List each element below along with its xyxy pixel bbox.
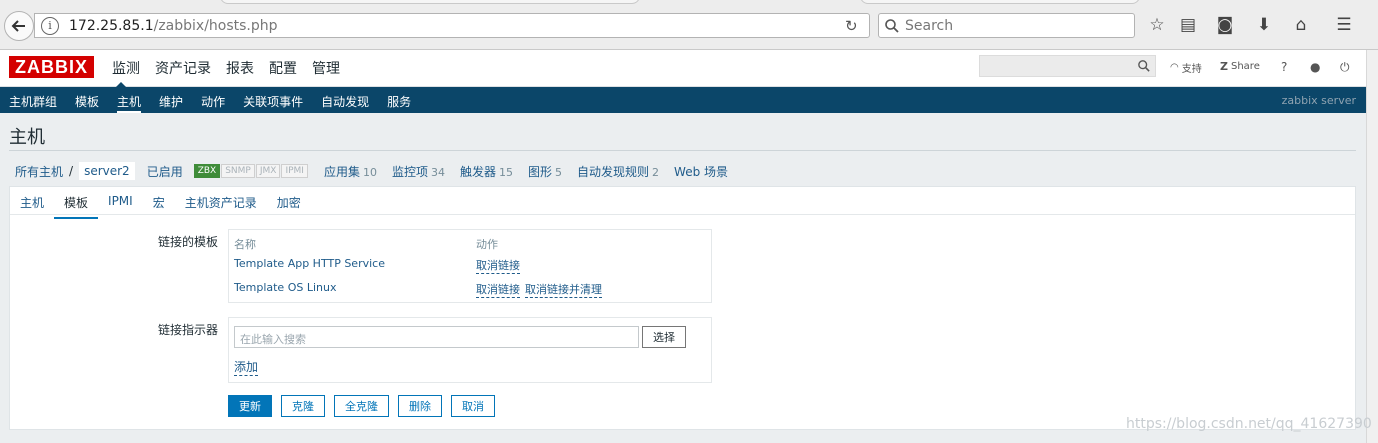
breadcrumb-separator: / bbox=[69, 164, 74, 178]
menu-monitoring[interactable]: 监测 bbox=[112, 58, 140, 78]
header-search-input[interactable] bbox=[979, 55, 1156, 77]
share-z-icon: Z bbox=[1220, 60, 1228, 73]
zabbix-logo[interactable]: ZABBIX bbox=[9, 56, 94, 78]
web-scenarios-link[interactable]: Web 场景 bbox=[674, 163, 728, 180]
title-divider bbox=[9, 150, 1356, 151]
menu-administration[interactable]: 管理 bbox=[312, 58, 340, 78]
badge-jmx: JMX bbox=[255, 164, 281, 178]
search-icon[interactable] bbox=[1138, 60, 1150, 72]
page-title: 主机 bbox=[9, 127, 45, 148]
search-icon bbox=[885, 18, 899, 33]
col-action-header: 动作 bbox=[476, 238, 498, 251]
watermark: https://blog.csdn.net/qq_41627390 bbox=[1126, 416, 1372, 432]
tab-encryption[interactable]: 加密 bbox=[277, 194, 301, 219]
discovery-rules-link[interactable]: 自动发现规则 2 bbox=[577, 163, 659, 180]
tab-ipmi[interactable]: IPMI bbox=[108, 194, 133, 219]
menu-icon[interactable]: ☰ bbox=[1333, 14, 1355, 36]
download-icon[interactable]: ⬇ bbox=[1253, 14, 1275, 36]
availability-badges: ZBX SNMP JMX IPMI bbox=[193, 164, 309, 178]
menu-reports[interactable]: 报表 bbox=[226, 58, 254, 78]
browser-tab-2[interactable] bbox=[860, 0, 1140, 4]
subnav-discovery[interactable]: 自动发现 bbox=[321, 93, 369, 113]
menu-configuration[interactable]: 配置 bbox=[269, 58, 297, 78]
url-path: /zabbix/hosts.php bbox=[153, 17, 278, 34]
select-button[interactable]: 选择 bbox=[642, 326, 686, 348]
share-link[interactable]: Z Share bbox=[1220, 60, 1260, 73]
home-icon[interactable]: ⌂ bbox=[1290, 14, 1312, 36]
subnav-actions[interactable]: 动作 bbox=[201, 93, 225, 113]
linked-templates-label: 链接的模板 bbox=[157, 235, 218, 249]
search-placeholder: Search bbox=[905, 17, 954, 34]
unlink-button[interactable]: 取消链接 bbox=[476, 281, 520, 298]
add-link[interactable]: 添加 bbox=[234, 358, 259, 376]
headset-icon: ◠ bbox=[1170, 62, 1179, 73]
sign-out-icon[interactable]: ⏻ bbox=[1340, 60, 1350, 75]
zabbix-header: ZABBIX 监测 资产记录 报表 配置 管理 ◠ 支持 Z Share ? ● ⏻ bbox=[0, 50, 1366, 87]
unlink-button[interactable]: 取消链接 bbox=[476, 257, 520, 274]
update-button[interactable]: 更新 bbox=[228, 395, 272, 417]
reading-list-icon[interactable]: ▤ bbox=[1177, 14, 1199, 36]
back-button[interactable] bbox=[4, 11, 34, 41]
template-link[interactable]: Template OS Linux bbox=[234, 281, 336, 294]
badge-ipmi: IPMI bbox=[281, 164, 308, 178]
menu-inventory[interactable]: 资产记录 bbox=[155, 58, 211, 78]
host-navigation: 所有主机 / server2 已启用 ZBX SNMP JMX IPMI 应用集… bbox=[15, 162, 728, 180]
subnav-maintenance[interactable]: 维护 bbox=[159, 93, 183, 113]
badge-zbx: ZBX bbox=[193, 164, 221, 178]
page-scrollbar[interactable] bbox=[1366, 50, 1378, 443]
clone-button[interactable]: 克隆 bbox=[281, 395, 325, 417]
tab-macros[interactable]: 宏 bbox=[153, 194, 165, 219]
reload-icon[interactable]: ↻ bbox=[845, 17, 863, 35]
host-status[interactable]: 已启用 bbox=[147, 163, 183, 180]
link-indicator-label: 链接指示器 bbox=[157, 323, 218, 337]
subnav-hosts[interactable]: 主机 bbox=[117, 93, 142, 113]
url-host: 172.25.85.1 bbox=[69, 17, 154, 34]
linked-templates-table: 名称 动作 Template App HTTP Service 取消链接 Tem… bbox=[228, 229, 712, 303]
tabs-divider bbox=[10, 214, 1355, 215]
support-link[interactable]: ◠ 支持 bbox=[1170, 60, 1202, 75]
pocket-icon[interactable]: ◙ bbox=[1214, 14, 1236, 36]
subnav-host-groups[interactable]: 主机群组 bbox=[9, 93, 57, 113]
server-name: zabbix server bbox=[1281, 94, 1356, 107]
template-search-input[interactable]: 在此输入搜索 bbox=[234, 326, 639, 348]
bookmark-star-icon[interactable]: ☆ bbox=[1146, 14, 1168, 36]
help-link[interactable]: ? bbox=[1281, 60, 1287, 74]
active-caret bbox=[116, 82, 126, 87]
tab-inventory[interactable]: 主机资产记录 bbox=[185, 194, 257, 219]
subnav-services[interactable]: 服务 bbox=[387, 93, 411, 113]
sub-navigation: 主机群组 模板 主机 维护 动作 关联项事件 自动发现 服务 zabbix se… bbox=[0, 82, 1366, 113]
main-menu: 监测 资产记录 报表 配置 管理 bbox=[112, 58, 340, 78]
template-link[interactable]: Template App HTTP Service bbox=[234, 257, 385, 270]
items-link[interactable]: 监控项 34 bbox=[392, 163, 445, 180]
url-bar[interactable]: i 172.25.85.1/zabbix/hosts.php ↻ bbox=[34, 13, 870, 38]
tab-templates[interactable]: 模板 bbox=[54, 194, 99, 219]
form-buttons: 更新 克隆 全克隆 删除 取消 bbox=[228, 395, 495, 417]
info-icon[interactable]: i bbox=[41, 16, 59, 35]
graphs-link[interactable]: 图形 5 bbox=[528, 163, 562, 180]
browser-toolbar: i 172.25.85.1/zabbix/hosts.php ↻ Search … bbox=[0, 0, 1378, 50]
form-tabs: 主机 模板 IPMI 宏 主机资产记录 加密 bbox=[20, 194, 301, 219]
delete-button[interactable]: 删除 bbox=[398, 395, 442, 417]
subnav-templates[interactable]: 模板 bbox=[75, 93, 99, 113]
tab-host[interactable]: 主机 bbox=[20, 194, 44, 219]
unlink-and-clear-button[interactable]: 取消链接并清理 bbox=[525, 281, 602, 298]
host-name-link[interactable]: server2 bbox=[79, 162, 135, 180]
browser-search-input[interactable]: Search bbox=[878, 13, 1135, 38]
back-arrow-icon bbox=[11, 20, 25, 32]
host-form-panel: 主机 模板 IPMI 宏 主机资产记录 加密 链接的模板 名称 动作 Templ… bbox=[9, 186, 1356, 430]
col-name-header: 名称 bbox=[234, 238, 256, 251]
link-indicator-box: 在此输入搜索 选择 添加 bbox=[228, 317, 712, 383]
cancel-button[interactable]: 取消 bbox=[451, 395, 495, 417]
applications-link[interactable]: 应用集 10 bbox=[324, 163, 377, 180]
browser-tab[interactable] bbox=[220, 0, 640, 4]
subnav-correlation[interactable]: 关联项事件 bbox=[243, 93, 303, 113]
user-profile-icon[interactable]: ● bbox=[1310, 60, 1320, 74]
badge-snmp: SNMP bbox=[221, 164, 255, 178]
triggers-link[interactable]: 触发器 15 bbox=[460, 163, 513, 180]
all-hosts-link[interactable]: 所有主机 bbox=[15, 163, 63, 180]
full-clone-button[interactable]: 全克隆 bbox=[334, 395, 389, 417]
